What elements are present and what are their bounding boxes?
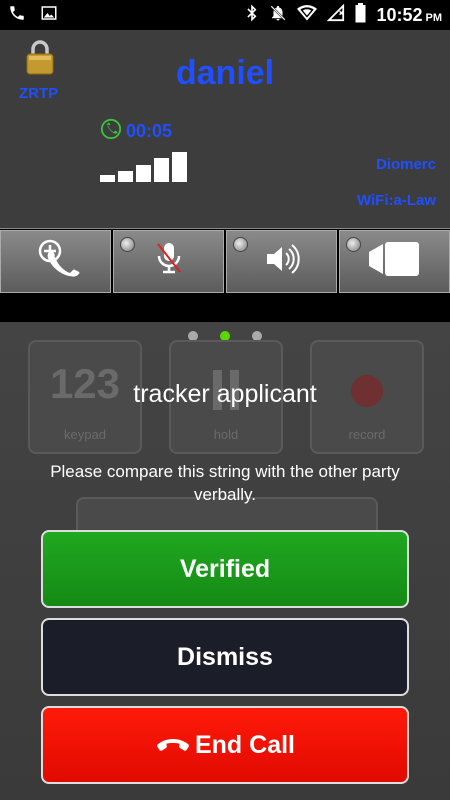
signal-bar — [100, 175, 115, 182]
call-timer: 00:05 — [100, 118, 172, 145]
clock: 10:52 PM — [376, 4, 442, 25]
video-indicator-led — [346, 237, 361, 252]
notifications-off-icon — [269, 4, 287, 27]
signal-bar — [154, 158, 169, 182]
signal-bar — [172, 152, 187, 182]
sas-string: tracker applicant — [133, 380, 317, 408]
image-icon — [40, 4, 58, 27]
call-controls — [0, 230, 450, 295]
dismiss-label: Dismiss — [177, 642, 273, 671]
video-button[interactable] — [339, 230, 450, 293]
wifi-icon — [297, 4, 318, 27]
call-header: ZRTP daniel 00:05 Diomerc WiFi:a-Law — [0, 30, 450, 229]
verified-label: Verified — [179, 554, 271, 583]
record-label: record — [348, 427, 386, 442]
keypad-label: keypad — [64, 427, 106, 442]
bluetooth-icon — [245, 3, 259, 27]
call-duration: 00:05 — [126, 121, 173, 141]
mic-muted-icon — [154, 240, 184, 283]
add-call-button[interactable] — [0, 230, 111, 293]
dismiss-button[interactable]: Dismiss — [41, 618, 409, 696]
verified-button[interactable]: Verified — [41, 530, 409, 608]
hold-label: hold — [213, 427, 239, 442]
signal-bar — [136, 165, 151, 182]
signal-strength-bars — [100, 152, 187, 182]
mute-button[interactable] — [113, 230, 224, 293]
end-call-label: End Call — [194, 730, 295, 759]
speaker-icon — [264, 241, 300, 282]
cell-signal-icon — [327, 3, 345, 27]
status-bar: 10:52 PM — [0, 0, 450, 30]
speaker-indicator-led — [233, 237, 248, 252]
call-keys-area: 123 keypad hold record tracker applicant… — [0, 322, 450, 800]
caller-name: daniel — [175, 54, 275, 92]
video-camera-icon — [367, 240, 423, 283]
battery-icon — [355, 2, 366, 28]
sas-instructions: Please compare this string with the othe… — [50, 462, 400, 504]
add-call-icon — [32, 237, 80, 286]
end-call-icon — [155, 735, 191, 755]
speaker-button[interactable] — [226, 230, 337, 293]
call-active-icon — [100, 118, 122, 145]
end-call-button[interactable]: End Call — [41, 706, 409, 784]
codec-primary: Diomerc — [375, 156, 436, 173]
phone-icon — [8, 4, 26, 27]
codec-secondary: WiFi:a-Law — [356, 192, 436, 209]
mute-indicator-led — [120, 237, 135, 252]
signal-bar — [118, 171, 133, 182]
